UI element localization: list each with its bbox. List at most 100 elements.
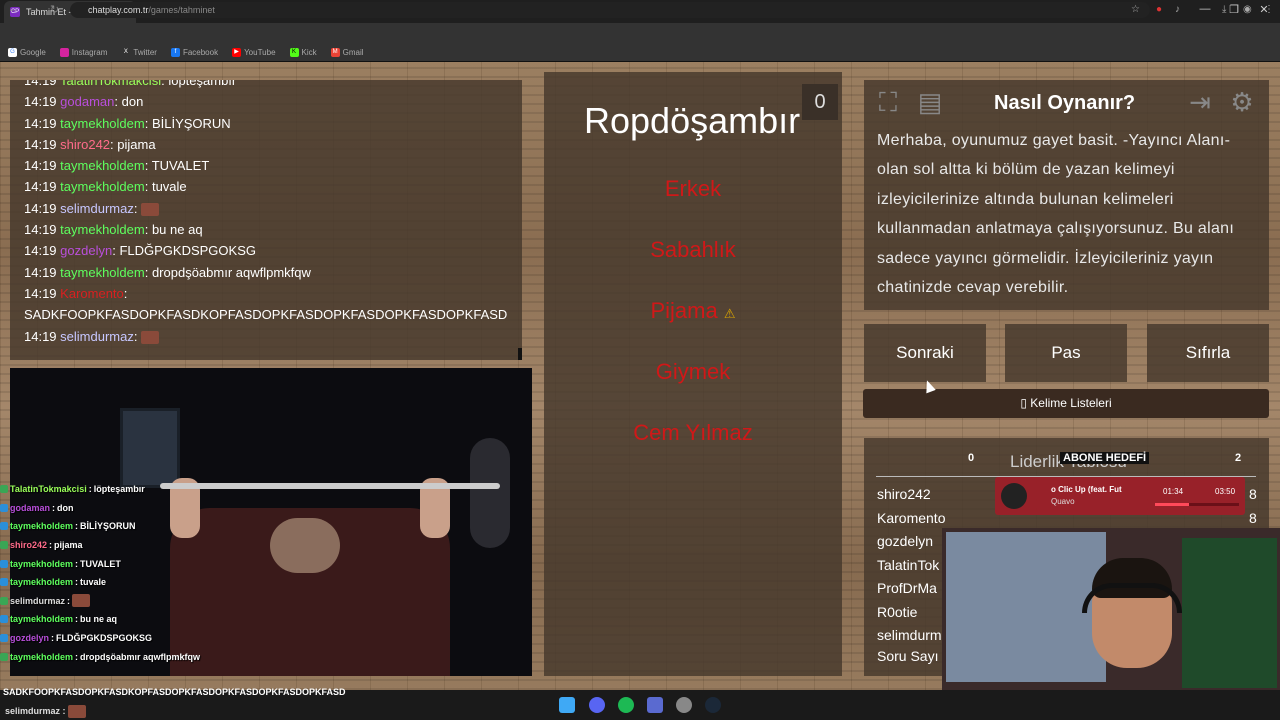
chat-username[interactable]: selimdurmaz — [60, 329, 134, 344]
overlay-username: taymekholdem — [10, 577, 74, 588]
chat-message: 14:19 taymekholdem: bu ne aq — [24, 222, 203, 238]
spotify-icon[interactable] — [618, 697, 634, 713]
chat-badge-icon — [0, 652, 8, 661]
overlay-text: FLDĞPGKDSPGOKSG — [56, 633, 153, 644]
chat-username[interactable]: taymekholdem — [60, 116, 145, 131]
windows-start-icon[interactable] — [559, 697, 575, 713]
chrome-icon[interactable] — [676, 697, 692, 713]
next-button[interactable]: Sonraki — [864, 324, 986, 382]
how-to-play-title: Nasıl Oynanır? — [994, 92, 1136, 114]
overlay-username: taymekholdem — [10, 558, 74, 569]
goal-label: ABONE HEDEFİ — [1060, 452, 1150, 464]
chat-text: FLDĞPGKDSPGOKSG — [119, 243, 256, 259]
bookmark-instagram[interactable]: Instagram — [59, 47, 107, 57]
forward-icon[interactable]: → — [30, 3, 41, 15]
how-to-play-panel: ⛶ ▤ Nasıl Oynanır? ⇥ ⚙ Merhaba, oyunumuz… — [864, 80, 1269, 310]
settings-gear-icon[interactable]: ⚙ — [1226, 86, 1258, 118]
maximize-icon[interactable]: ❐ — [1224, 3, 1244, 16]
chat-username[interactable]: godaman — [60, 94, 114, 109]
reload-icon[interactable]: ↻ — [50, 3, 59, 16]
bookmark-kick[interactable]: K Kick — [289, 47, 317, 57]
chat-message: 14:19 shiro242: pijama — [24, 136, 156, 152]
overlay-chat-line: TalatinTokmakcisi : löpteşambır — [0, 480, 540, 499]
overlay-text: tuvale — [80, 577, 107, 588]
bookmark-gmail[interactable]: M Gmail — [330, 47, 364, 57]
album-art-icon — [1001, 483, 1027, 509]
app-icon[interactable] — [647, 697, 663, 713]
chat-badge-icon — [0, 578, 8, 587]
emote-icon — [141, 330, 160, 344]
word-lists-button[interactable]: ▯ Kelime Listeleri — [863, 389, 1269, 418]
chat-username[interactable]: taymekholdem — [60, 222, 145, 237]
warning-icon[interactable]: ⚠ — [724, 306, 736, 321]
overlay-chat-long-line: SADKFOOPKFASDOPKFASDKOPFASDOPKFASDOPKFAS… — [3, 687, 346, 697]
extension-icon[interactable]: ● — [1156, 4, 1162, 15]
chat-text: pijama — [117, 136, 156, 152]
steam-icon[interactable] — [705, 697, 721, 713]
chat-badge-icon — [0, 559, 8, 568]
bookmark-google[interactable]: G Google — [8, 47, 46, 57]
overlay-username: gozdelyn — [10, 633, 50, 644]
chat-username[interactable]: gozdelyn — [60, 243, 112, 258]
menu-icon[interactable]: ⋮ — [1264, 4, 1274, 15]
chat-badge-icon — [0, 615, 8, 624]
chat-text: BİLİYŞORUN — [151, 115, 231, 131]
audio-icon[interactable]: ♪ — [1175, 4, 1180, 15]
bookmark-star-icon[interactable]: ☆ — [1131, 4, 1140, 15]
minimize-icon[interactable]: — — [1195, 3, 1215, 15]
chat-username[interactable]: TalatinTokmakcisi — [60, 80, 161, 88]
profile-icon[interactable]: ◉ — [1243, 4, 1252, 15]
chat-text: tuvale — [151, 179, 187, 195]
exit-icon[interactable]: ⇥ — [1184, 86, 1216, 118]
overlay-chat-user: selimdurmaz : — [5, 705, 87, 718]
chat-text: SADKFOOPKFASDOPKFASDKOPFASDOPKFASDOPKFAS… — [24, 307, 508, 323]
document-icon[interactable]: ▤ — [914, 86, 946, 118]
how-to-play-text: Merhaba, oyunumuz gayet basit. -Yayıncı … — [877, 132, 1235, 297]
taboo-word: Erkek — [664, 176, 722, 201]
overlay-chat-line: gozdelyn : FLDĞPGKDSPGOKSG — [0, 629, 540, 648]
overlay-chat-line: shiro242 : pijama — [0, 536, 540, 555]
chat-text: don — [121, 94, 144, 110]
chat-time: 14:19 — [24, 200, 57, 216]
overlay-chat-line: taymekholdem : bu ne aq — [0, 610, 540, 629]
leaderboard-score: 8 — [1249, 486, 1257, 502]
bookmark-facebook[interactable]: f Facebook — [170, 47, 218, 57]
taboo-word: Sabahlık — [650, 237, 736, 262]
discord-icon[interactable] — [589, 697, 605, 713]
chat-username[interactable]: taymekholdem — [60, 158, 145, 173]
chat-time: 14:19 — [24, 136, 57, 152]
leaderboard-name: gozdelyn — [877, 533, 934, 549]
chat-time: 14:19 — [24, 222, 57, 238]
bookmark-twitter[interactable]: X Twitter — [121, 47, 157, 57]
chat-message: 14:19 taymekholdem: dropdşöabmır aqwflpm… — [24, 264, 311, 280]
chat-time: 14:19 — [24, 80, 57, 88]
word-card: Ropdöşambır 0 Erkek Sabahlık Pijama ⚠ Gi… — [544, 72, 842, 676]
leaderboard-name: R0otie — [877, 603, 918, 620]
pass-button[interactable]: Pas — [1005, 324, 1127, 382]
chat-username[interactable]: taymekholdem — [60, 265, 145, 280]
facecam — [942, 528, 1280, 690]
chat-username[interactable]: Karomento — [60, 286, 124, 301]
bookmark-youtube[interactable]: ▶ YouTube — [232, 47, 276, 57]
chat-message: 14:19 selimdurmaz: — [24, 198, 508, 219]
url-field[interactable]: chatplay.com.tr/games/tahminet — [70, 2, 1150, 18]
leaderboard-name: Karomento — [877, 509, 946, 526]
chat-time: 14:19 — [24, 264, 57, 280]
leaderboard-score: 8 — [1249, 509, 1257, 526]
chat-text: löpteşambır — [168, 80, 237, 88]
fullscreen-icon[interactable]: ⛶ — [872, 86, 904, 118]
chat-username[interactable]: shiro242 — [60, 137, 110, 152]
chat-username[interactable]: taymekholdem — [60, 179, 145, 194]
download-icon[interactable]: ⤓ — [1222, 4, 1226, 15]
leaderboard-name: selimdurm — [877, 627, 942, 643]
reset-button[interactable]: Sıfırla — [1147, 324, 1269, 382]
chat-scrollbar[interactable] — [518, 348, 522, 360]
overlay-username: selimdurmaz — [10, 595, 66, 606]
back-icon[interactable]: ← — [8, 3, 19, 15]
overlay-username: taymekholdem — [10, 521, 74, 532]
chat-username[interactable]: selimdurmaz — [60, 201, 134, 216]
taboo-word-row: Pijama ⚠ — [544, 298, 842, 324]
overlay-username: shiro242 — [10, 540, 48, 551]
song-progress-fill — [1155, 503, 1190, 506]
now-playing-widget: o Clic Up (feat. Fut Quavo 01:34 03:50 — [995, 477, 1245, 515]
